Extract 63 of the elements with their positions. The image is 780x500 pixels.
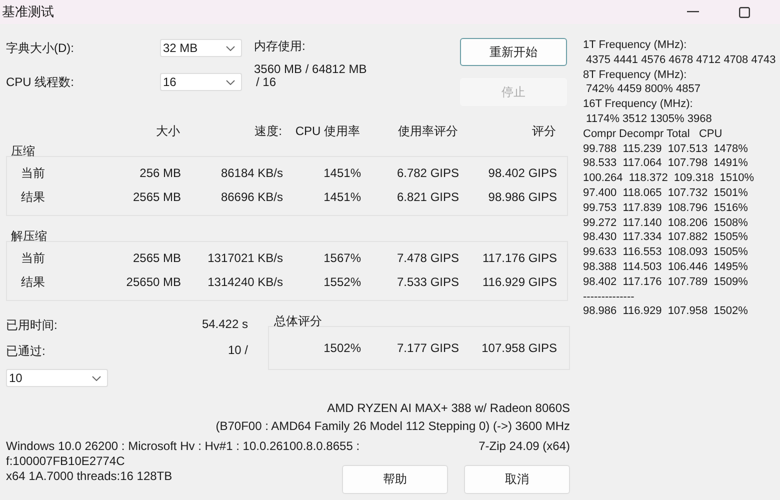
chevron-down-icon <box>226 46 235 50</box>
benchmark-log: 1T Frequency (MHz): 4375 4441 4576 4678 4712 4708 4743 8T Frequency (MHz): 742% 4459 800% 4857 16T Frequency (MHz): 1174% 3512 1305% 3968 Compr Decompr Total CPU 99.788 115.239 107.513 1478% 98.533 117.064 107.798 1491% 100.264 118.372 109.318 1510% 97.400 118.065 107.732 1501% 99.753 117.839 108.796 1516% 99.272 117.140 108.206 1508% 98.430 117.334 107.882 1505% 99.633 116.553 108.093 1505% 98.388 114.503 106.446 1495% 98.402 117.176 107.789 1509% -------------- 98.986 116.929 107.958 1502% <box>582 38 777 320</box>
chevron-down-icon <box>226 80 235 84</box>
table-cell-text: 6.821 GIPS <box>396 190 459 204</box>
row-label: 当前 <box>20 250 46 266</box>
table-cell-text: 86184 KB/s <box>220 166 283 180</box>
overall-title: 总体评分 <box>273 313 323 326</box>
table-cell-text: 98.402 GIPS <box>487 166 557 180</box>
group-title: 压缩 <box>10 143 36 156</box>
system-info-line: Windows 10.0 26200 : Microsoft Hv : Hv#1 : 10.0.26100.8.0.8655 : <box>6 439 360 453</box>
table-cell-text: 1451% <box>322 190 361 204</box>
overall-cell-text: 7.177 GIPS <box>396 341 459 355</box>
elapsed-label: 已用时间: <box>6 317 58 334</box>
table-cell-text: 2565 MB <box>132 251 181 265</box>
cpu-info-line: (B70F00 : AMD64 Family 26 Model 112 Stepping 0) (->) 3600 MHz <box>216 419 570 433</box>
table-cell-text: 1314240 KB/s <box>206 275 283 289</box>
table-cell-text: 1451% <box>322 166 361 180</box>
elapsed-value: 54.422 s <box>202 317 248 333</box>
threads-total: / 16 <box>256 75 276 89</box>
dictionary-label: 字典大小(D): <box>6 40 75 56</box>
row-label: 当前 <box>20 164 46 182</box>
overall-cell-text: 107.958 GIPS <box>480 341 557 355</box>
table-cell-text: 256 MB <box>138 166 181 180</box>
memory-label: 内存使用: <box>254 38 306 55</box>
minimize-icon[interactable] <box>687 11 699 13</box>
table-cell-text: 117.176 GIPS <box>482 251 557 265</box>
group-title: 解压缩 <box>10 228 48 241</box>
passes-dropdown[interactable]: 10 <box>6 369 108 387</box>
overall-cell-text: 1502% <box>322 341 361 355</box>
table-cell-text: 7.533 GIPS <box>396 275 459 289</box>
passes-value: 10 / <box>228 343 248 359</box>
table-cell-text: 6.782 GIPS <box>396 166 459 180</box>
row-label: 结果 <box>20 274 46 290</box>
table-cell-text: 1567% <box>322 251 361 265</box>
threads-label: CPU 线程数: <box>6 74 76 90</box>
dialog-button[interactable]: 取消 <box>464 465 570 494</box>
column-header: 速度: <box>254 123 282 140</box>
version-text: 7-Zip 24.09 (x64) <box>478 439 570 453</box>
system-info-line: f:100007FB10E2774C <box>6 454 125 468</box>
cpu-info-line: AMD RYZEN AI MAX+ 388 w/ Radeon 8060S <box>327 401 570 415</box>
chevron-down-icon <box>92 376 101 380</box>
side-button[interactable]: 重新开始 <box>460 38 567 66</box>
column-header: CPU 使用率 <box>294 123 360 140</box>
maximize-icon[interactable] <box>739 6 750 18</box>
dictionary-dropdown[interactable]: 32 MB <box>160 39 242 57</box>
window-title: 基准测试 <box>1 3 54 21</box>
system-info-line: x64 1A.7000 threads:16 128TB <box>6 469 172 483</box>
column-header: 大小 <box>155 123 180 140</box>
passes-label: 已通过: <box>6 343 46 360</box>
dialog-button[interactable]: 帮助 <box>342 465 448 494</box>
table-cell-text: 86696 KB/s <box>220 190 283 204</box>
memory-value: 3560 MB / 64812 MB <box>254 62 368 76</box>
threads-dropdown[interactable]: 16 <box>160 73 242 91</box>
table-cell-text: 98.986 GIPS <box>487 190 557 204</box>
table-cell-text: 1317021 KB/s <box>206 251 283 265</box>
row-label: 结果 <box>20 188 46 206</box>
column-header: 评分 <box>531 123 556 140</box>
table-cell-text: 25650 MB <box>125 275 181 289</box>
table-cell-text: 1552% <box>322 275 361 289</box>
column-header: 使用率评分 <box>397 123 458 140</box>
table-cell-text: 7.478 GIPS <box>396 251 459 265</box>
table-cell-text: 2565 MB <box>132 190 181 204</box>
table-cell-text: 116.929 GIPS <box>482 275 557 289</box>
